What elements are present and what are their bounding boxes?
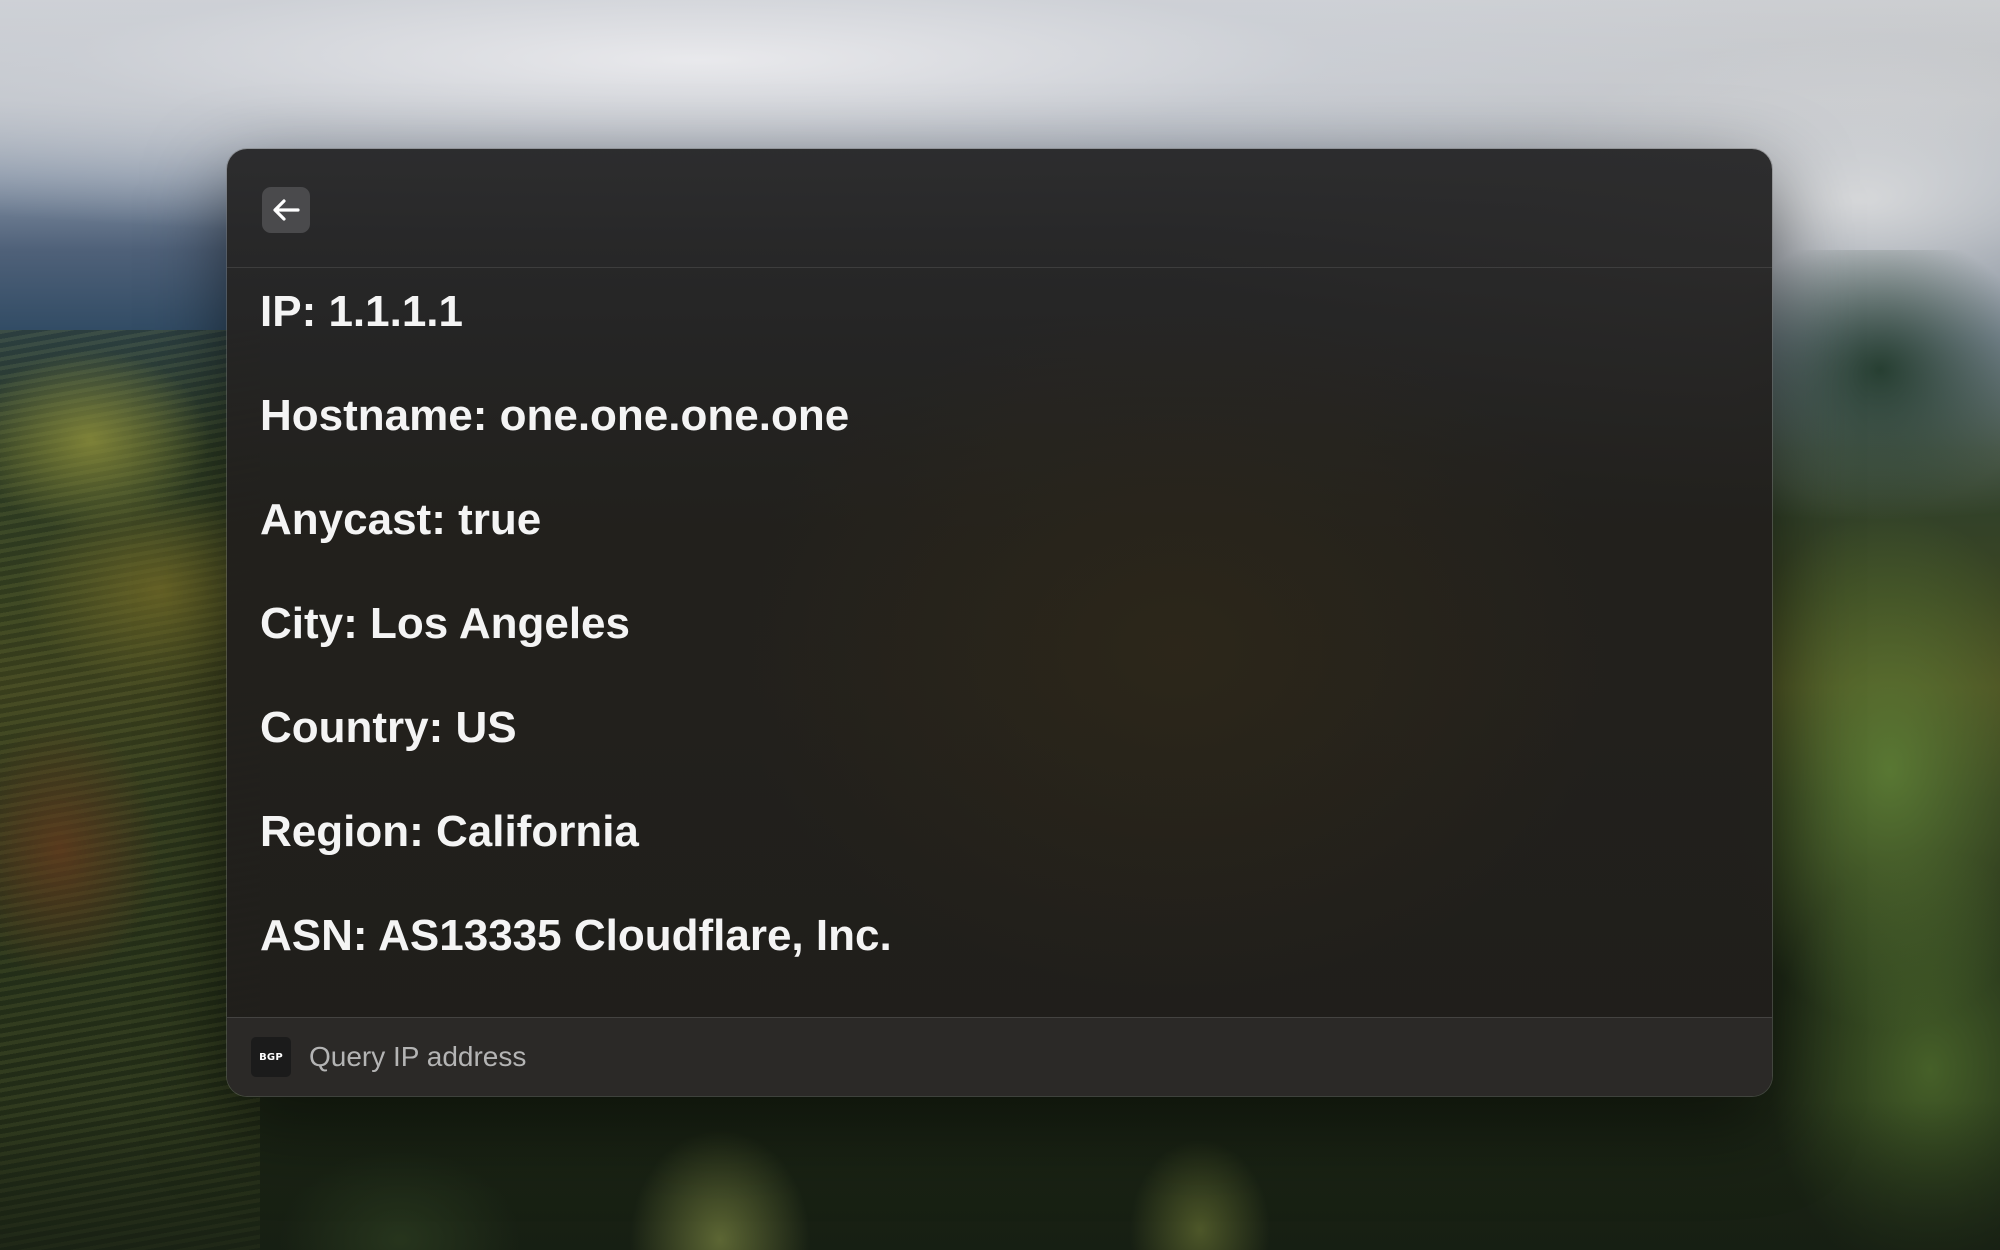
detail-anycast: Anycast: true — [260, 495, 542, 544]
ip-lookup-window: IP: 1.1.1.1 Hostname: one.one.one.one An… — [227, 149, 1772, 1096]
detail-region: Region: California — [260, 807, 639, 856]
detail-ip: IP: 1.1.1.1 — [260, 287, 464, 336]
detail-city: City: Los Angeles — [260, 599, 630, 648]
window-toolbar — [227, 149, 1772, 268]
wallpaper-trees — [0, 1100, 2000, 1250]
back-button[interactable] — [262, 187, 310, 233]
ip-details: IP: 1.1.1.1 Hostname: one.one.one.one An… — [227, 268, 1772, 978]
desktop-wallpaper: IP: 1.1.1.1 Hostname: one.one.one.one An… — [0, 0, 2000, 1250]
arrow-left-icon — [272, 199, 300, 221]
detail-country: Country: US — [260, 703, 517, 752]
detail-hostname: Hostname: one.one.one.one — [260, 391, 850, 440]
action-bar: BGP Query IP address — [227, 1017, 1772, 1096]
query-ip-action[interactable]: Query IP address — [309, 1040, 526, 1074]
bgp-extension-icon: BGP — [251, 1037, 291, 1077]
detail-asn: ASN: AS13335 Cloudflare, Inc. — [260, 911, 892, 960]
